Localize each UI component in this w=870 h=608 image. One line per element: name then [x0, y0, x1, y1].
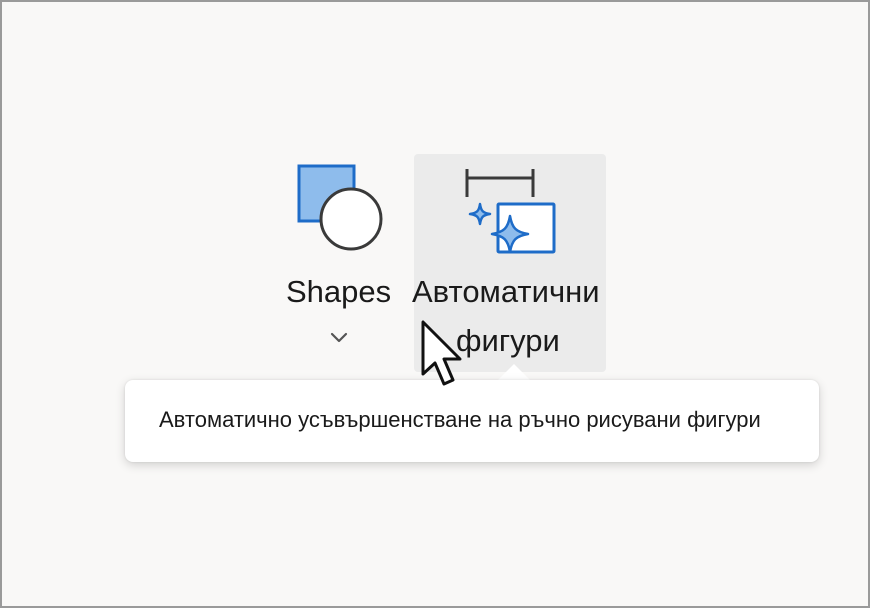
- shapes-label: Shapes: [286, 274, 392, 309]
- tooltip-pointer: [496, 364, 532, 382]
- tooltip-text: Автоматично усъвършенстване на ръчно рис…: [159, 407, 761, 432]
- shapes-button[interactable]: Shapes: [282, 152, 402, 372]
- auto-shapes-icon: [465, 169, 556, 254]
- shapes-icon: [297, 164, 383, 251]
- tooltip: Автоматично усъвършенстване на ръчно рис…: [125, 380, 819, 462]
- auto-shapes-label-line1: Автоматични: [412, 274, 600, 309]
- chevron-down-icon[interactable]: [328, 330, 350, 344]
- mouse-cursor-icon: [421, 320, 462, 386]
- auto-shapes-label-line2: фигури: [456, 323, 560, 358]
- app-canvas: Shapes Автоматични фигури Автоматично ус…: [0, 0, 870, 608]
